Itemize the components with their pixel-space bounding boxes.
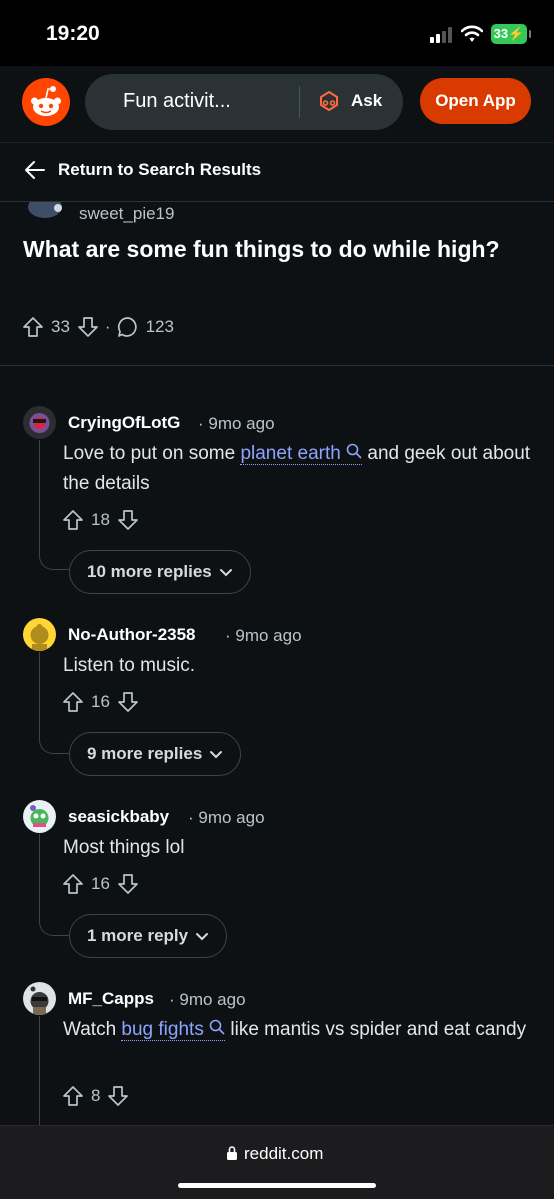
post-title: What are some fun things to do while hig…: [23, 236, 500, 262]
downvote-icon[interactable]: [117, 873, 139, 895]
search-link[interactable]: planet earth: [240, 443, 363, 465]
comment-timestamp: 9mo ago: [208, 414, 275, 433]
comment-avatar[interactable]: [23, 618, 56, 651]
search-link[interactable]: bug fights: [121, 1019, 226, 1041]
downvote-icon[interactable]: [117, 509, 139, 531]
home-indicator: [178, 1183, 376, 1188]
open-app-button[interactable]: Open App: [420, 78, 531, 124]
search-query[interactable]: Fun activit...: [123, 90, 231, 113]
comment-votes: 16: [62, 872, 139, 896]
comment-icon[interactable]: [117, 316, 139, 338]
thread-line: [39, 1016, 41, 1125]
comment-time: · 9mo ago: [188, 808, 265, 827]
search-icon: [346, 443, 362, 459]
battery-indicator: 33⚡: [491, 24, 531, 44]
downvote-icon[interactable]: [117, 691, 139, 713]
search-bar[interactable]: Fun activit... Ask: [85, 74, 403, 130]
thread-line: [39, 834, 69, 936]
ask-icon[interactable]: [317, 89, 341, 113]
more-replies-button[interactable]: 9 more replies: [69, 732, 242, 776]
comment-votes: 8: [62, 1084, 129, 1108]
browser-domain[interactable]: reddit.com: [244, 1144, 323, 1164]
comment-votes: 16: [62, 690, 139, 714]
more-replies-label[interactable]: 10 more replies: [87, 562, 212, 582]
comment-avatar[interactable]: [23, 982, 56, 1015]
comment-vote-count: 16: [91, 874, 110, 893]
comment-author[interactable]: MF_Capps: [68, 989, 154, 1009]
status-time: 19:20: [46, 22, 100, 45]
return-label[interactable]: Return to Search Results: [58, 160, 261, 180]
comment-avatar[interactable]: [23, 800, 56, 833]
comment-author[interactable]: CryingOfLotG: [68, 413, 180, 433]
comment-timestamp: 9mo ago: [198, 808, 265, 827]
back-arrow-icon[interactable]: [24, 159, 46, 181]
status-bar: 19:20 33⚡: [0, 0, 554, 66]
thread-line: [39, 652, 69, 754]
comment-text: Watch: [63, 1019, 122, 1040]
top-bar: Fun activit... Ask Open App: [0, 66, 554, 142]
chevron-down-icon: [210, 751, 223, 759]
search-link-text[interactable]: bug fights: [121, 1019, 203, 1040]
comment-author[interactable]: No-Author-2358: [68, 625, 196, 645]
more-replies-button[interactable]: 10 more replies: [69, 550, 251, 594]
comment-vote-count: 18: [91, 510, 110, 529]
thread-line: [39, 440, 69, 570]
comment-time: · 9mo ago: [225, 626, 302, 645]
comment-body: Listen to music.: [63, 655, 195, 676]
more-replies-label[interactable]: 9 more replies: [87, 744, 202, 764]
browser-address-bar[interactable]: reddit.com: [0, 1125, 554, 1199]
search-icon: [209, 1019, 225, 1035]
downvote-icon[interactable]: [107, 1085, 129, 1107]
comment: No-Author-2358 · 9mo ago Listen to music…: [0, 612, 554, 782]
comment-timestamp: 9mo ago: [235, 626, 302, 645]
upvote-icon[interactable]: [62, 1085, 84, 1107]
post: sweet_pie19 What are some fun things to …: [0, 202, 554, 366]
comment-votes: 18: [62, 508, 139, 532]
post-actions: 33 · 123: [22, 314, 181, 340]
return-to-search[interactable]: Return to Search Results: [0, 142, 554, 202]
comment-vote-count: 16: [91, 692, 110, 711]
post-comment-count: 123: [145, 317, 174, 336]
post-author-avatar[interactable]: [24, 202, 68, 222]
more-replies-button[interactable]: 1 more reply: [69, 914, 228, 958]
search-divider: [299, 86, 300, 118]
post-author[interactable]: sweet_pie19: [79, 204, 174, 224]
battery-level: 33: [493, 26, 509, 41]
comment-body: Love to put on some planet earth and gee…: [63, 439, 533, 499]
comment-body: Watch bug fights like mantis vs spider a…: [63, 1015, 533, 1045]
wifi-icon: [461, 25, 483, 42]
search-link-text[interactable]: planet earth: [240, 443, 340, 464]
chevron-down-icon: [196, 933, 209, 941]
ask-button[interactable]: Ask: [351, 91, 382, 111]
lock-icon: [227, 1146, 237, 1160]
comment-body: Most things lol: [63, 837, 185, 858]
comment-timestamp: 9mo ago: [179, 990, 246, 1009]
comment-avatar[interactable]: [23, 406, 56, 439]
post-vote-count: 33: [51, 317, 70, 336]
cellular-signal-icon: [430, 27, 454, 43]
comment: MF_Capps · 9mo ago Watch bug fights like…: [0, 976, 554, 1125]
comment-vote-count: 8: [91, 1086, 101, 1105]
reddit-logo-icon[interactable]: [22, 78, 70, 126]
chevron-down-icon: [219, 569, 232, 577]
separator-dot: ·: [104, 317, 111, 336]
more-replies-label[interactable]: 1 more reply: [87, 926, 188, 946]
comment-text: Love to put on some: [63, 443, 241, 464]
comment-text: like mantis vs spider and eat candy: [225, 1019, 527, 1040]
charging-bolt-icon: ⚡: [508, 26, 525, 41]
comment-time: · 9mo ago: [169, 990, 246, 1009]
comment-time: · 9mo ago: [198, 414, 275, 433]
comment: seasickbaby · 9mo ago Most things lol 16…: [0, 794, 554, 964]
comment: CryingOfLotG · 9mo ago Love to put on so…: [0, 400, 554, 600]
comment-author[interactable]: seasickbaby: [68, 807, 169, 827]
upvote-icon[interactable]: [22, 316, 44, 338]
downvote-icon[interactable]: [77, 316, 99, 338]
